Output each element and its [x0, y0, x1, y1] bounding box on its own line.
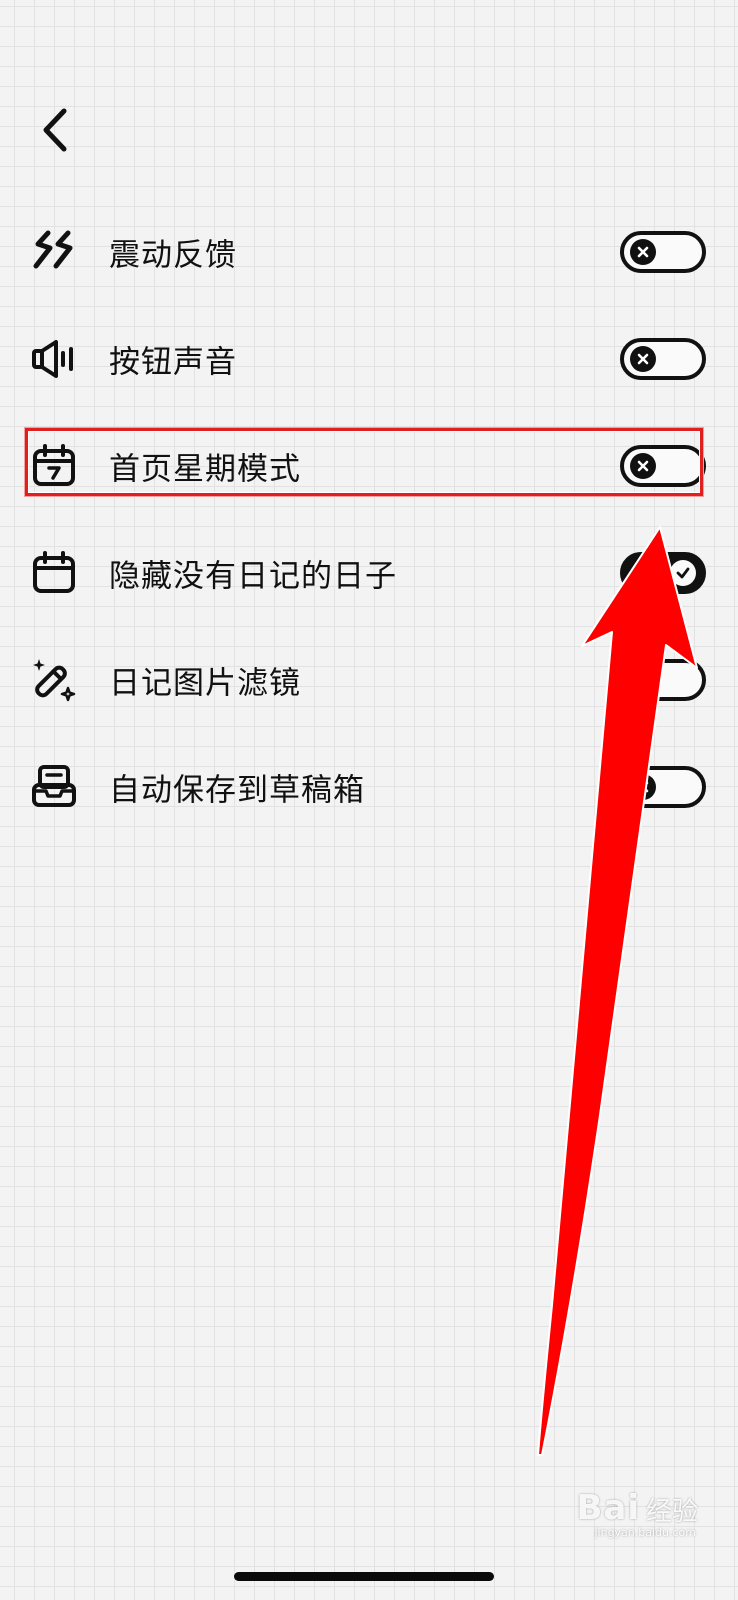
vibration-toggle[interactable] [620, 230, 706, 273]
drafts-box-icon [30, 763, 78, 811]
x-icon [630, 666, 656, 693]
hide-empty-days-toggle[interactable] [620, 551, 706, 594]
setting-label: 按钮声音 [109, 344, 237, 380]
setting-row-image-filter[interactable]: 日记图片滤镜 [0, 626, 738, 733]
x-icon [630, 345, 656, 372]
x-icon [630, 773, 656, 800]
button-sound-toggle[interactable] [620, 337, 706, 380]
setting-row-button-sound[interactable]: 按钮声音 [0, 305, 738, 412]
back-button[interactable] [30, 100, 80, 160]
watermark: Bai 经验 jingyan.baidu.com [576, 1488, 698, 1539]
home-indicator[interactable] [234, 1572, 494, 1581]
watermark-brand: Bai [576, 1488, 640, 1528]
setting-label: 隐藏没有日记的日子 [109, 558, 397, 594]
week-mode-toggle[interactable] [620, 444, 706, 487]
speaker-icon [30, 335, 78, 383]
setting-row-hide-empty-days[interactable]: 隐藏没有日记的日子 [0, 519, 738, 626]
x-icon [630, 238, 656, 265]
setting-row-week-mode[interactable]: 首页星期模式 [0, 412, 738, 519]
autosave-drafts-toggle[interactable] [620, 765, 706, 808]
magic-wand-icon [30, 656, 78, 704]
watermark-url: jingyan.baidu.com [594, 1526, 696, 1539]
setting-row-autosave-drafts[interactable]: 自动保存到草稿箱 [0, 733, 738, 840]
image-filter-toggle[interactable] [620, 658, 706, 701]
check-icon [670, 559, 696, 586]
setting-row-vibration[interactable]: 震动反馈 [0, 198, 738, 305]
setting-label: 首页星期模式 [109, 451, 301, 487]
setting-label: 震动反馈 [109, 237, 237, 273]
setting-label: 自动保存到草稿箱 [109, 772, 365, 808]
x-icon [630, 452, 656, 479]
settings-list: 震动反馈 按钮声音 首页星期模式 隐藏没有日记的日子 日记图片滤镜 自动保存到草… [0, 198, 738, 840]
calendar-week-icon [30, 442, 78, 490]
watermark-name: 经验 [645, 1497, 698, 1527]
vibration-icon [30, 228, 78, 276]
chevron-left-icon [43, 108, 67, 152]
setting-label: 日记图片滤镜 [109, 665, 301, 701]
calendar-icon [30, 549, 78, 597]
